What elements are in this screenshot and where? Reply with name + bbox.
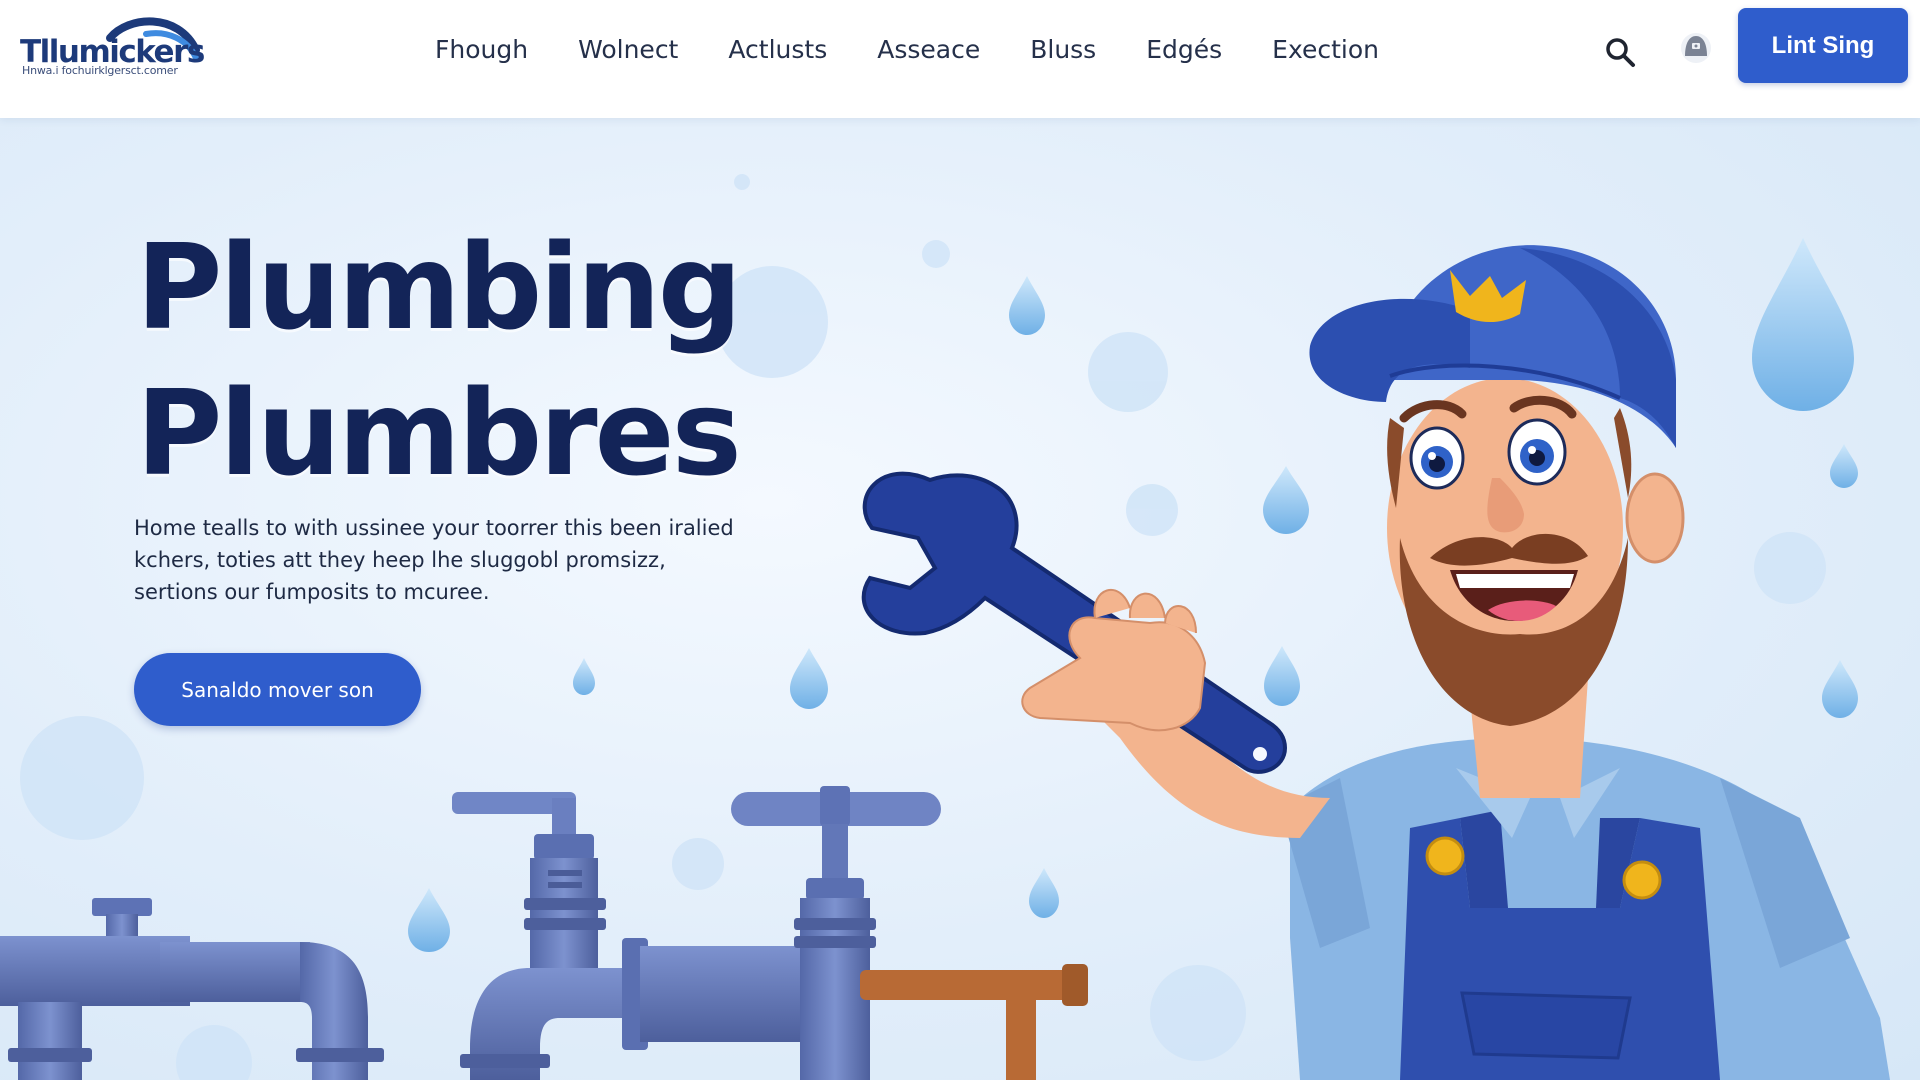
hero-illustration [0,238,1890,1080]
nav-item-7[interactable]: Exection [1247,30,1404,70]
search-button[interactable] [1600,32,1640,72]
pipe-illustration-middle [452,786,1088,1080]
site-header: Tllumickers Hnwa.i fochuirklgersct.comer… [0,0,1920,118]
main-nav: Fhough Wolnect Actlusts Asseace Bluss Ed… [410,30,1404,70]
account-button[interactable] [1676,28,1716,68]
plumber-character-illustration [861,245,1890,1080]
hero-section: Plumbing Plumbres Home tealls to with us… [0,118,1920,1080]
nav-item-6[interactable]: Edgés [1121,30,1247,70]
brand-logo[interactable]: Tllumickers Hnwa.i fochuirklgersct.comer [18,16,208,86]
brand-tagline: Hnwa.i fochuirklgersct.comer [22,64,178,77]
nav-item-3[interactable]: Actlusts [703,30,852,70]
nav-item-5[interactable]: Bluss [1005,30,1121,70]
search-icon [1606,38,1635,67]
account-icon [1681,33,1711,63]
header-cta-button[interactable]: Lint Sing [1738,8,1908,83]
nav-item-4[interactable]: Asseace [852,30,1005,70]
nav-item-1[interactable]: Fhough [410,30,553,70]
pipe-illustration-left [0,898,384,1080]
nav-item-2[interactable]: Wolnect [553,30,703,70]
